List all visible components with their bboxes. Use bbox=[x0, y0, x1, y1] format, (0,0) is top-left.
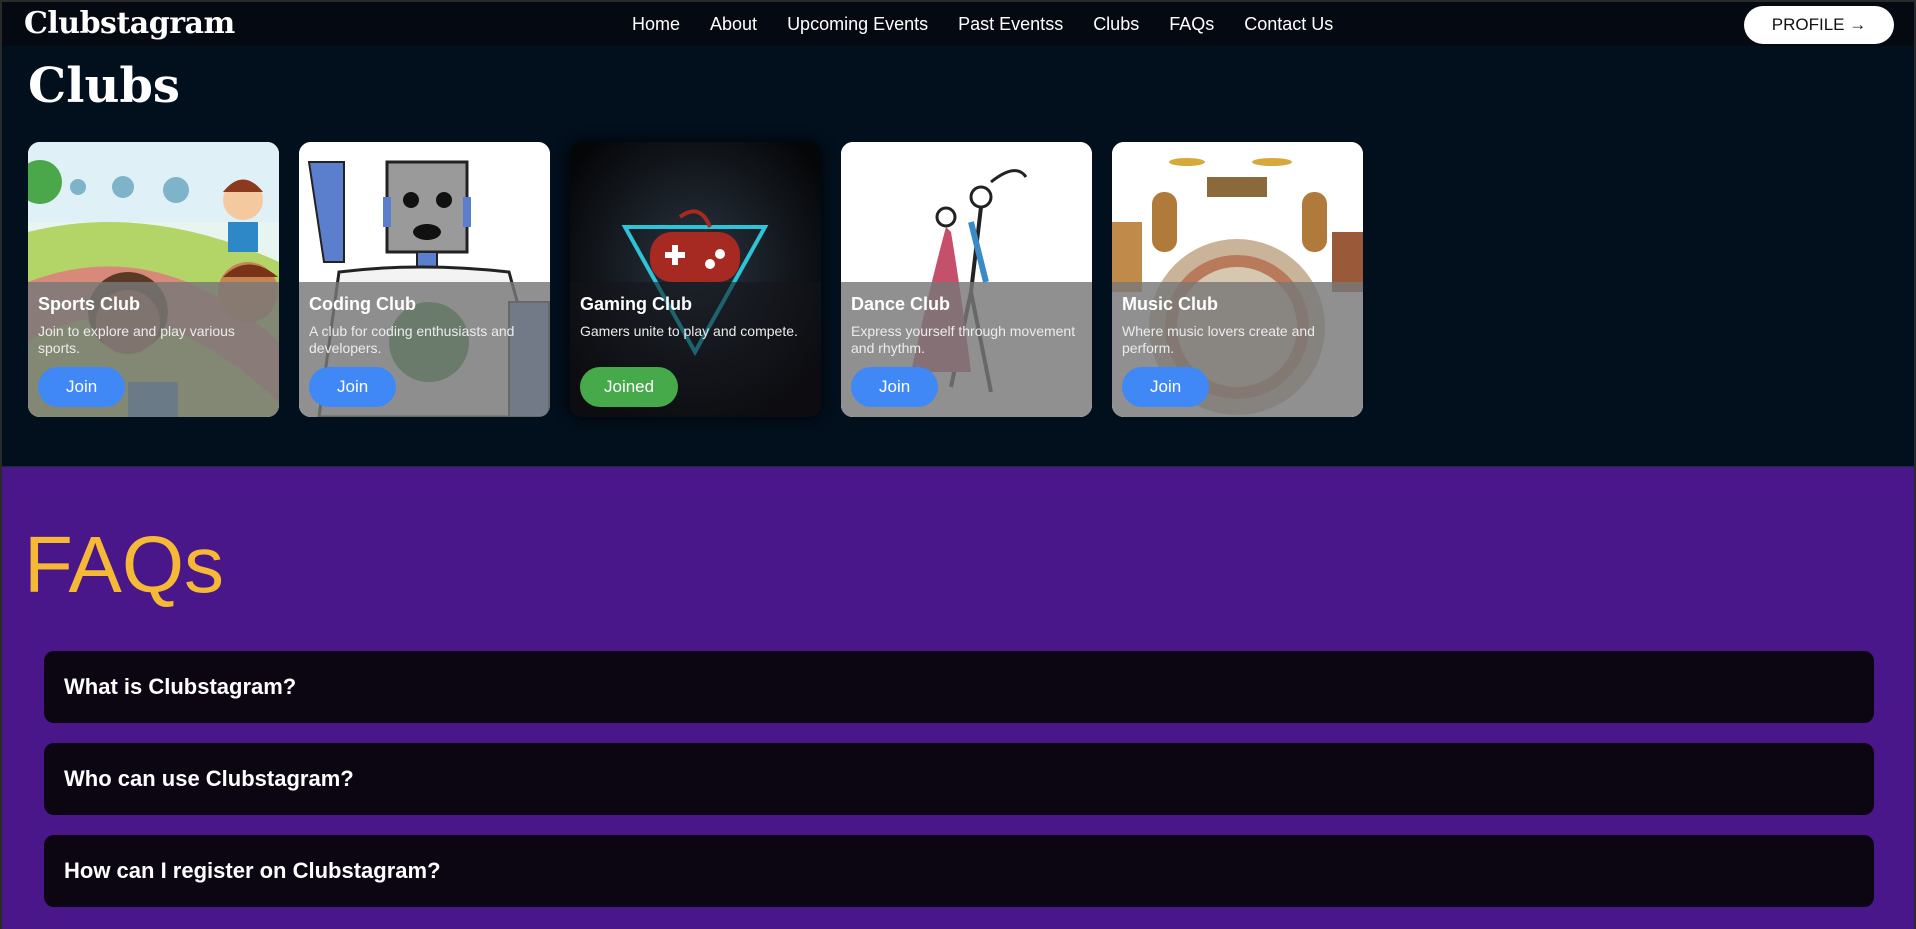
profile-button[interactable]: PROFILE → bbox=[1744, 6, 1894, 44]
faq-item[interactable]: How can I register on Clubstagram? bbox=[44, 835, 1874, 907]
nav-link-home[interactable]: Home bbox=[632, 14, 680, 35]
card-description: Where music lovers create and perform. bbox=[1122, 323, 1315, 356]
faq-list: What is Clubstagram? Who can use Clubsta… bbox=[44, 651, 1874, 927]
faq-item[interactable]: Who can use Clubstagram? bbox=[44, 743, 1874, 815]
card-title: Sports Club bbox=[38, 294, 140, 314]
club-card-gaming: Gaming Club Gamers unite to play and com… bbox=[570, 142, 821, 417]
nav-link-faqs[interactable]: FAQs bbox=[1169, 14, 1214, 35]
nav-links: Home About Upcoming Events Past Eventss … bbox=[632, 14, 1333, 35]
card-description: Join to explore and play various sports. bbox=[38, 323, 235, 356]
brand-logo[interactable]: Clubstagram bbox=[24, 6, 235, 41]
card-overlay: Gaming Club Gamers unite to play and com… bbox=[570, 282, 821, 417]
nav-link-contact-us[interactable]: Contact Us bbox=[1244, 14, 1333, 35]
join-button[interactable]: Join bbox=[38, 367, 126, 407]
join-button[interactable]: Join bbox=[309, 367, 397, 407]
club-card-sports: Sports Club Join to explore and play var… bbox=[28, 142, 279, 417]
card-overlay: Sports Club Join to explore and play var… bbox=[28, 282, 279, 417]
navbar: Clubstagram Home About Upcoming Events P… bbox=[2, 2, 1914, 46]
nav-link-upcoming-events[interactable]: Upcoming Events bbox=[787, 14, 928, 35]
faq-section: FAQs What is Clubstagram? Who can use Cl… bbox=[2, 467, 1914, 929]
card-overlay: Dance Club Express yourself through move… bbox=[841, 282, 1092, 417]
club-cards: Sports Club Join to explore and play var… bbox=[28, 142, 1363, 417]
card-title: Dance Club bbox=[851, 294, 951, 314]
faq-heading: FAQs bbox=[24, 520, 225, 609]
clubs-section: Clubs Sports Club Join to explore and pl… bbox=[2, 46, 1914, 467]
nav-link-about[interactable]: About bbox=[710, 14, 757, 35]
card-title: Gaming Club bbox=[580, 294, 692, 314]
card-overlay: Coding Club A club for coding enthusiast… bbox=[299, 282, 550, 417]
club-card-dance: Dance Club Express yourself through move… bbox=[841, 142, 1092, 417]
card-overlay: Music Club Where music lovers create and… bbox=[1112, 282, 1363, 417]
card-title: Coding Club bbox=[309, 294, 416, 314]
club-card-music: Music Club Where music lovers create and… bbox=[1112, 142, 1363, 417]
clubs-heading: Clubs bbox=[28, 58, 180, 114]
joined-button[interactable]: Joined bbox=[580, 367, 679, 407]
nav-link-past-events[interactable]: Past Eventss bbox=[958, 14, 1063, 35]
card-description: A club for coding enthusiasts and develo… bbox=[309, 323, 515, 356]
card-description: Gamers unite to play and compete. bbox=[580, 323, 798, 339]
nav-link-clubs[interactable]: Clubs bbox=[1093, 14, 1139, 35]
card-title: Music Club bbox=[1122, 294, 1219, 314]
club-card-coding: Coding Club A club for coding enthusiast… bbox=[299, 142, 550, 417]
join-button[interactable]: Join bbox=[851, 367, 939, 407]
join-button[interactable]: Join bbox=[1122, 367, 1210, 407]
card-description: Express yourself through movement and rh… bbox=[851, 323, 1076, 356]
faq-item[interactable]: What is Clubstagram? bbox=[44, 651, 1874, 723]
